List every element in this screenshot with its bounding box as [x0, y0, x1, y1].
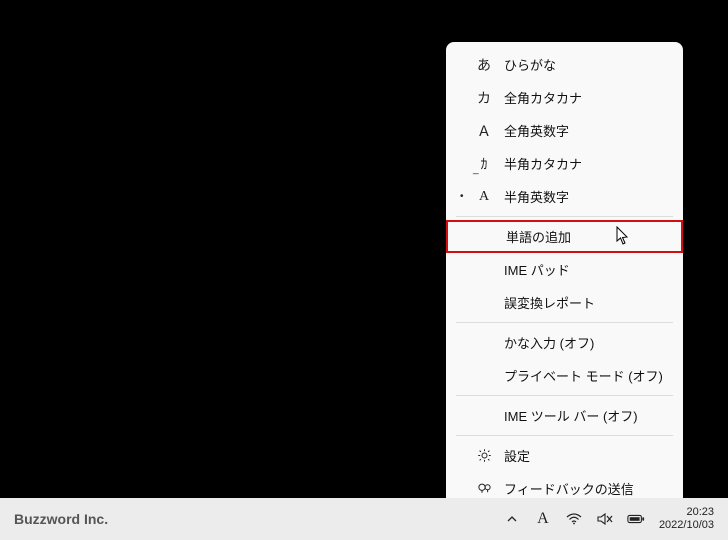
menu-item-label: フィードバックの送信 [496, 479, 669, 498]
menu-item-label: ひらがな [496, 55, 669, 74]
menu-divider [456, 216, 673, 217]
taskbar-brand: Buzzword Inc. [14, 511, 108, 527]
gear-icon [472, 448, 496, 463]
menu-item-label: 全角カタカナ [496, 88, 669, 107]
feedback-icon [472, 481, 496, 496]
menu-item-label: 単語の追加 [498, 227, 667, 246]
menu-item-alnum-full[interactable]: Ａ全角英数字 [446, 114, 683, 147]
hiragana-icon: あ [472, 55, 496, 75]
menu-divider [456, 322, 673, 323]
menu-item-kana-input[interactable]: かな入力 (オフ) [446, 326, 683, 359]
alnum-half-icon: A [472, 189, 496, 205]
volume-muted-icon[interactable] [596, 510, 614, 528]
ime-mode-indicator[interactable]: A [534, 510, 552, 528]
menu-divider [456, 395, 673, 396]
menu-item-alnum-half[interactable]: •A半角英数字 [446, 180, 683, 213]
menu-item-add-word[interactable]: 単語の追加 [446, 220, 683, 253]
taskbar: Buzzword Inc. A 20:23 2022/10/03 [0, 498, 728, 540]
selected-indicator: • [460, 191, 472, 202]
alnum-full-icon: Ａ [472, 121, 496, 141]
taskbar-time: 20:23 [659, 506, 714, 519]
system-tray: A [503, 510, 645, 528]
wifi-icon[interactable] [565, 510, 583, 528]
menu-item-label: 半角英数字 [496, 187, 669, 206]
menu-item-misconversion-report[interactable]: 誤変換レポート [446, 286, 683, 319]
menu-item-label: IME パッド [496, 260, 669, 279]
menu-item-label: 設定 [496, 446, 669, 465]
battery-icon[interactable] [627, 510, 645, 528]
menu-item-label: IME ツール バー (オフ) [496, 406, 669, 425]
menu-item-katakana-full[interactable]: カ全角カタカナ [446, 81, 683, 114]
menu-item-hiragana[interactable]: あひらがな [446, 48, 683, 81]
ime-context-menu: あひらがなカ全角カタカナＡ全角英数字_ｶ半角カタカナ•A半角英数字単語の追加IM… [446, 42, 683, 511]
menu-item-label: 半角カタカナ [496, 154, 669, 173]
menu-item-private-mode[interactable]: プライベート モード (オフ) [446, 359, 683, 392]
menu-item-label: プライベート モード (オフ) [496, 366, 669, 385]
menu-item-katakana-half[interactable]: _ｶ半角カタカナ [446, 147, 683, 180]
menu-divider [456, 435, 673, 436]
katakana-half-icon: _ｶ [472, 154, 496, 174]
tray-chevron-up-icon[interactable] [503, 510, 521, 528]
menu-item-ime-pad[interactable]: IME パッド [446, 253, 683, 286]
menu-item-ime-toolbar[interactable]: IME ツール バー (オフ) [446, 399, 683, 432]
menu-item-settings[interactable]: 設定 [446, 439, 683, 472]
katakana-full-icon: カ [472, 88, 496, 108]
taskbar-datetime[interactable]: 20:23 2022/10/03 [659, 506, 714, 532]
menu-item-label: 全角英数字 [496, 121, 669, 140]
menu-item-label: かな入力 (オフ) [496, 333, 669, 352]
taskbar-date: 2022/10/03 [659, 519, 714, 532]
menu-item-label: 誤変換レポート [496, 293, 669, 312]
